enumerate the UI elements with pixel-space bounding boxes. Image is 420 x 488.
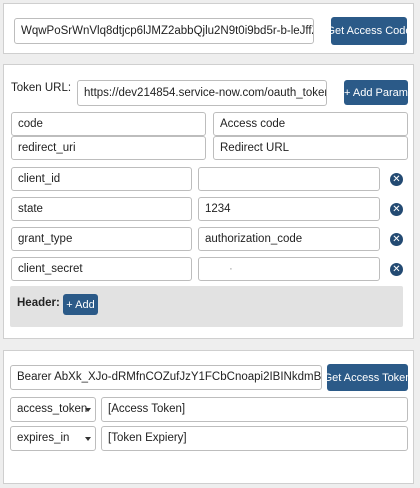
param-value-redirect-uri[interactable]: Redirect URL: [213, 136, 408, 160]
delete-client-secret-icon[interactable]: ✕: [390, 263, 403, 276]
param-value-state[interactable]: 1234: [198, 197, 380, 221]
header-label: Header:: [17, 297, 60, 309]
mapping-select-expires-in[interactable]: expires_in: [10, 426, 96, 451]
mapping-target-expires-in[interactable]: [Token Expiery]: [101, 426, 408, 451]
param-key-grant-type[interactable]: grant_type: [11, 227, 192, 251]
token-url-label: Token URL:: [11, 82, 72, 94]
auth-code-field[interactable]: WqwPoSrWnVlq8dtjcp6lJMZ2abbQjlu2N9t0i9bd…: [14, 18, 314, 44]
param-value-client-secret[interactable]: ·: [198, 257, 380, 281]
access-token-field[interactable]: Bearer AbXk_XJo-dRMfnCOZufJzY1FCbCnoapi2…: [10, 365, 322, 390]
get-access-code-button[interactable]: Get Access Code: [327, 17, 412, 45]
get-access-token-button[interactable]: Get Access Token: [324, 364, 411, 391]
mapping-select-expires-in-text: expires_in: [17, 432, 70, 444]
param-key-client-secret[interactable]: client_secret: [11, 257, 192, 281]
auth-code-panel: WqwPoSrWnVlq8dtjcp6lJMZ2abbQjlu2N9t0i9bd…: [3, 3, 414, 54]
param-value-client-id[interactable]: [198, 167, 380, 191]
param-value-grant-type[interactable]: authorization_code: [198, 227, 380, 251]
chevron-down-icon: [85, 408, 91, 412]
token-response-panel: Bearer AbXk_XJo-dRMfnCOZufJzY1FCbCnoapi2…: [3, 350, 414, 484]
param-key-client-id[interactable]: client_id: [11, 167, 192, 191]
delete-grant-type-icon[interactable]: ✕: [390, 233, 403, 246]
mapping-select-access-token-text: access_token: [17, 403, 88, 415]
token-url-field[interactable]: https://dev214854.service-now.com/oauth_…: [77, 80, 327, 106]
chevron-down-icon: [85, 437, 91, 441]
add-param-button[interactable]: + Add Param: [344, 80, 408, 105]
mapping-select-access-token[interactable]: access_token: [10, 397, 96, 422]
add-header-button[interactable]: + Add: [63, 294, 98, 315]
param-key-state[interactable]: state: [11, 197, 192, 221]
param-value-code[interactable]: Access code: [213, 112, 408, 136]
header-section: Header: + Add: [10, 286, 403, 327]
delete-client-id-icon[interactable]: ✕: [390, 173, 403, 186]
param-key-code[interactable]: code: [11, 112, 206, 136]
mapping-target-access-token[interactable]: [Access Token]: [101, 397, 408, 422]
delete-state-icon[interactable]: ✕: [390, 203, 403, 216]
param-key-redirect-uri[interactable]: redirect_uri: [11, 136, 206, 160]
